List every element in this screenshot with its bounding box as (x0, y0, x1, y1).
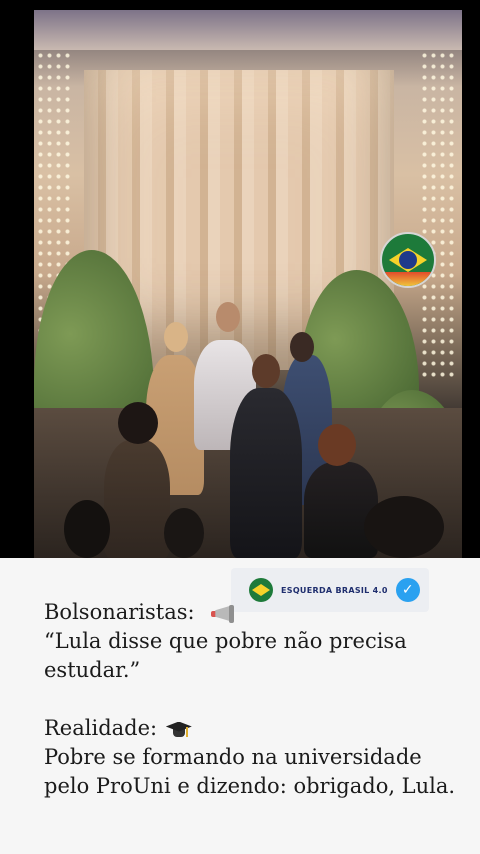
person-dark-dress-head (290, 332, 314, 362)
video-frame[interactable] (0, 0, 480, 558)
caption-line4-text: Realidade: (44, 716, 158, 740)
caption-line1-text: Bolsonaristas: (44, 600, 195, 624)
string-lights-right (420, 50, 456, 380)
ceiling (34, 10, 462, 50)
person-black-top (304, 462, 378, 558)
person-suit (230, 388, 302, 558)
caption-line-quote-end: estudar.” (44, 658, 141, 682)
caption-text: Bolsonaristas: “Lula disse que pobre não… (44, 598, 464, 801)
caption-panel: ESQUERDA BRASIL 4.0 ✓ Bolsonaristas: “Lu… (0, 558, 480, 854)
video-scene (34, 10, 462, 558)
audience-head-right (364, 496, 444, 558)
caption-line-formando: Pobre se formando na universidade (44, 745, 422, 769)
person-floral-dress (104, 440, 170, 558)
graduation-cap-icon (165, 719, 192, 741)
audience-head-left (64, 500, 110, 558)
caption-line-bolsonaristas: Bolsonaristas: (44, 598, 464, 627)
person-white-shirt-head (216, 302, 240, 332)
megaphone-icon (211, 604, 237, 624)
caption-line-prouni: pelo ProUni e dizendo: obrigado, Lula. (44, 774, 456, 798)
brazil-flag-circle-icon (380, 232, 436, 288)
account-name: ESQUERDA BRASIL 4.0 (281, 585, 388, 595)
person-suit-head (252, 354, 280, 388)
person-floral-dress-head (118, 402, 158, 444)
person-gold-dress-head (164, 322, 188, 352)
caption-line-realidade: Realidade: (44, 714, 464, 743)
person-black-top-head (318, 424, 356, 466)
caption-line-quote: “Lula disse que pobre não precisa (44, 629, 407, 653)
audience-head-center (164, 508, 204, 558)
